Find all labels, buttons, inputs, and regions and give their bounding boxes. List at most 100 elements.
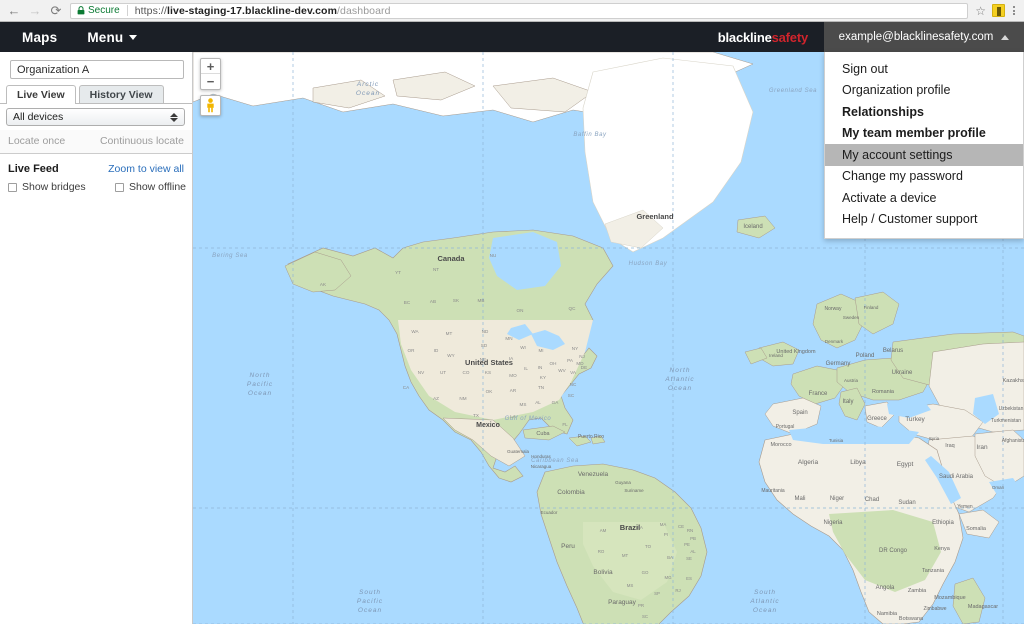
state-label: DE — [581, 365, 587, 370]
account-menu-item-label: My team member profile — [842, 126, 986, 141]
state-label: SC — [568, 393, 575, 398]
account-menu-item-label: Help / Customer support — [842, 212, 978, 227]
zoom-in-button[interactable]: + — [201, 59, 220, 74]
account-menu-item[interactable]: Activate a device — [825, 187, 1023, 209]
reload-icon[interactable]: ⟳ — [49, 4, 63, 18]
state-label: QC — [569, 306, 577, 311]
country-label: Niger — [830, 496, 844, 502]
chevron-down-icon — [129, 34, 138, 40]
state-label: AK — [320, 282, 327, 287]
country-label: Yemen — [957, 504, 973, 510]
star-icon[interactable]: ☆ — [975, 4, 986, 18]
country-label: United States — [465, 358, 513, 367]
nav-item-maps[interactable]: Maps — [22, 30, 57, 45]
show-bridges-checkbox[interactable]: Show bridges — [8, 181, 86, 193]
country-label: Nicaragua — [531, 464, 552, 469]
lock-icon — [77, 6, 85, 15]
state-label: AL — [690, 549, 696, 554]
devices-select[interactable]: All devices — [6, 108, 185, 126]
state-label: ND — [482, 329, 489, 334]
view-tab[interactable]: Live View — [6, 85, 76, 104]
ocean-label: Ocean — [358, 607, 382, 614]
show-offline-checkbox[interactable]: Show offline — [114, 181, 186, 193]
zoom-to-view-all-link[interactable]: Zoom to view all — [108, 163, 184, 175]
state-label: MI — [538, 348, 543, 353]
country-label: Iraq — [945, 443, 954, 449]
omnibox-divider — [126, 5, 128, 16]
country-label: Tunisia — [829, 438, 844, 443]
state-label: YT — [395, 270, 401, 275]
state-label: OH — [550, 361, 557, 366]
three-dot-menu-icon[interactable] — [1011, 6, 1017, 15]
brand-logo-first: blackline — [717, 29, 772, 45]
country-label: Italy — [842, 399, 853, 405]
show-bridges-label: Show bridges — [22, 181, 86, 193]
account-menu-item[interactable]: Change my password — [825, 166, 1023, 188]
browser-toolbar: ← → ⟳ Secure https://live-staging-17.bla… — [0, 0, 1024, 22]
account-menu-item[interactable]: Organization profile — [825, 80, 1023, 102]
street-view-pegman-icon[interactable] — [200, 95, 221, 116]
country-label: Peru — [561, 543, 575, 550]
live-feed-title: Live Feed — [8, 163, 59, 175]
locate-once-button[interactable]: Locate once — [8, 135, 65, 147]
country-label: Poland — [856, 353, 875, 359]
country-label: Mozambique — [934, 595, 966, 601]
view-tab-label: Live View — [17, 88, 65, 101]
live-feed-header: Live Feed Zoom to view all — [0, 154, 192, 177]
country-label: Paraguay — [608, 599, 637, 606]
country-label: Turkmenistan — [991, 418, 1021, 424]
continuous-locate-button[interactable]: Continuous locate — [100, 135, 184, 147]
state-label: FL — [562, 422, 568, 427]
country-label: Zimbabwe — [923, 606, 946, 612]
account-menu-item[interactable]: My team member profile — [825, 123, 1023, 145]
account-menu-item[interactable]: My account settings — [825, 144, 1023, 166]
url-scheme: https:// — [134, 4, 168, 17]
ocean-label: Atlantic — [749, 598, 779, 605]
account-menu-item[interactable]: Sign out — [825, 58, 1023, 80]
country-label: Cuba — [536, 431, 550, 437]
account-dropdown-button[interactable]: example@blacklinesafety.com — [824, 22, 1024, 52]
zoom-out-button[interactable]: − — [201, 74, 220, 89]
country-label: Kenya — [934, 546, 951, 552]
nav-item-menu[interactable]: Menu — [87, 29, 138, 45]
nav-menu-label: Menu — [87, 29, 124, 45]
country-label: Kazakhstan — [1003, 378, 1024, 384]
view-tab[interactable]: History View — [78, 85, 164, 103]
state-label: UT — [440, 370, 446, 375]
state-label: PB — [690, 536, 696, 541]
account-menu-item-label: Relationships — [842, 104, 924, 119]
ocean-label: North — [250, 372, 271, 379]
back-arrow-icon[interactable]: ← — [7, 4, 21, 18]
state-label: KS — [485, 370, 491, 375]
state-label: MG — [664, 575, 672, 580]
country-label: Libya — [850, 459, 866, 466]
ocean-label: Pacific — [357, 598, 383, 605]
country-label: Austria — [844, 378, 859, 383]
country-label: Portugal — [776, 424, 795, 430]
country-label: Bolivia — [593, 569, 613, 576]
extension-icon[interactable] — [992, 4, 1005, 17]
state-label: MN — [505, 336, 512, 341]
country-label: Belarus — [883, 348, 903, 354]
state-label: AL — [535, 400, 541, 405]
checkbox-box-icon — [8, 182, 17, 192]
country-label: Canada — [437, 254, 465, 263]
country-label: Suriname — [624, 488, 644, 493]
state-label: WV — [558, 368, 566, 373]
map-zoom-controls: + − — [200, 58, 221, 90]
state-label: IL — [524, 366, 528, 371]
country-label: Nigeria — [823, 520, 843, 526]
account-email-label: example@blacklinesafety.com — [838, 31, 994, 43]
sea-label: Greenland Sea — [769, 88, 817, 94]
state-label: TN — [538, 385, 544, 390]
address-bar[interactable]: Secure https://live-staging-17.blackline… — [70, 2, 969, 19]
state-label: MS — [627, 583, 634, 588]
account-menu-item[interactable]: Help / Customer support — [825, 209, 1023, 231]
state-label: ON — [517, 308, 524, 313]
organization-input[interactable] — [10, 60, 184, 79]
state-label: SK — [453, 298, 460, 303]
account-menu-item[interactable]: Relationships — [825, 101, 1023, 123]
state-label: NU — [490, 253, 497, 258]
country-label: Colombia — [557, 489, 585, 496]
ocean-label: Pacific — [247, 381, 273, 388]
